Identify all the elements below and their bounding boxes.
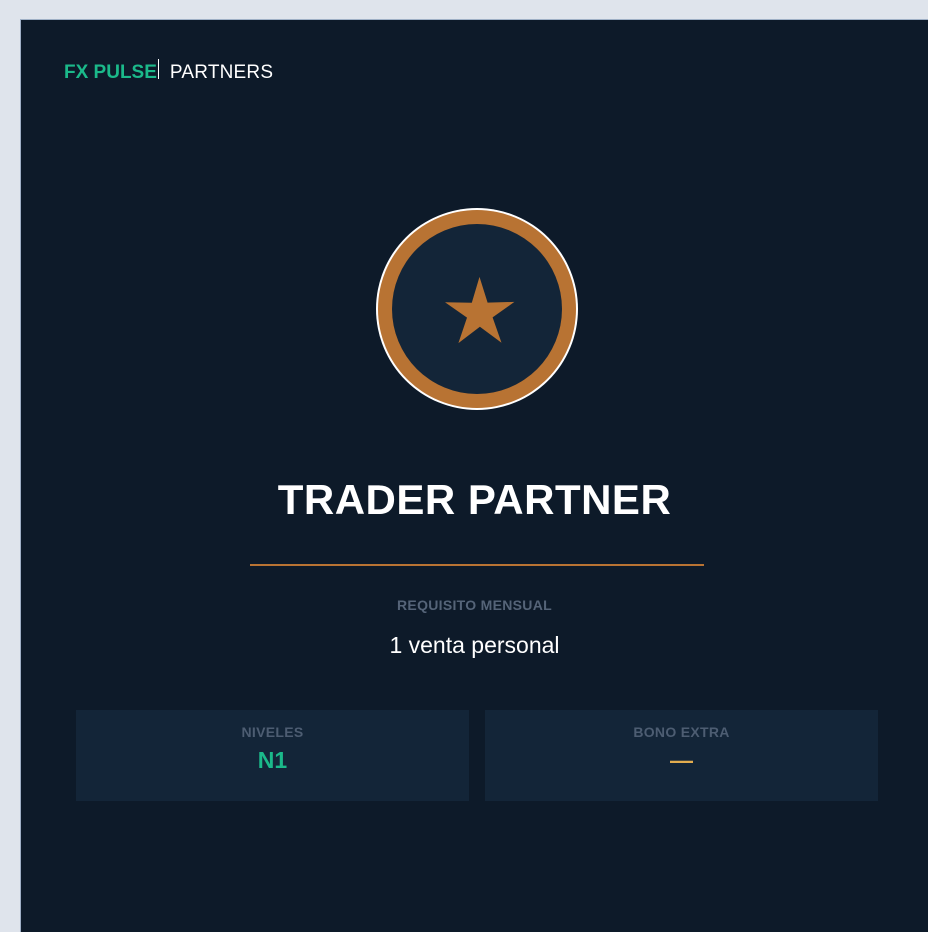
header: FX PULSE PARTNERS	[64, 59, 274, 85]
requirement-label: REQUISITO MENSUAL	[397, 597, 552, 613]
page-frame: FX PULSE PARTNERS TRADER PARTNER REQUISI…	[0, 0, 928, 932]
requirement-value: 1 venta personal	[389, 632, 560, 658]
stat-extra-bonus: BONO EXTRA —	[485, 710, 878, 801]
stat-levels-label: NIVELES	[241, 724, 304, 740]
stat-levels: NIVELES N1	[76, 710, 469, 801]
tier-card: FX PULSE PARTNERS TRADER PARTNER REQUISI…	[20, 19, 928, 932]
brand-name: FX PULSE	[64, 62, 157, 83]
tier-title: TRADER PARTNER	[277, 476, 672, 523]
brand-section: PARTNERS	[169, 62, 274, 83]
brand-separator	[157, 59, 159, 79]
stat-extra-bonus-label: BONO EXTRA	[633, 724, 730, 740]
stat-levels-value: N1	[257, 747, 288, 773]
stat-extra-bonus-value: —	[670, 747, 693, 773]
title-divider	[250, 564, 704, 566]
tier-badge	[376, 208, 578, 410]
